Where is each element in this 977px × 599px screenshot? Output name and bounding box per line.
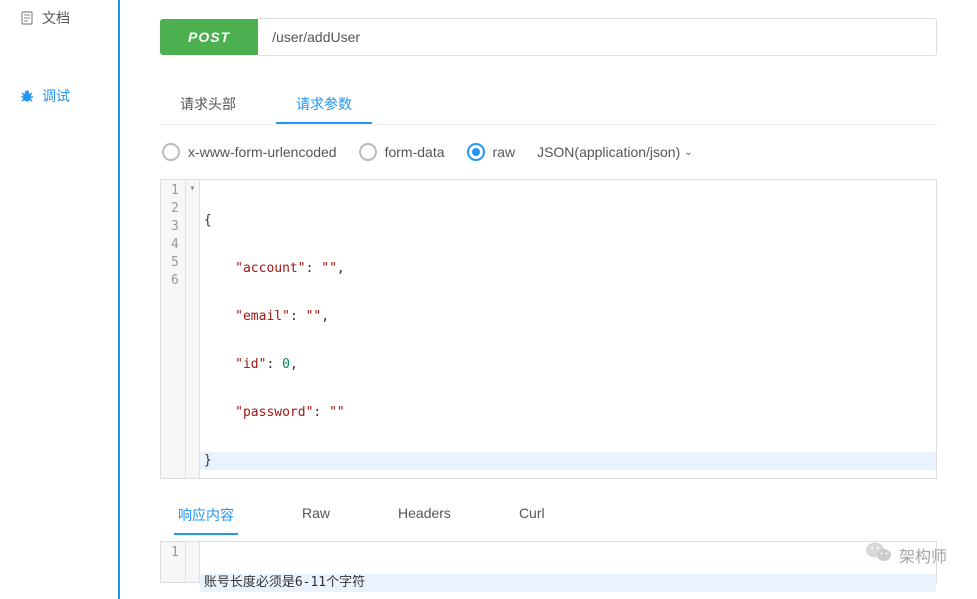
- content-type-label: JSON(application/json): [537, 144, 680, 160]
- code-area[interactable]: 账号长度必须是6-11个字符: [200, 542, 936, 582]
- tab-request-headers[interactable]: 请求头部: [160, 86, 256, 124]
- url-input[interactable]: [258, 18, 937, 56]
- request-line: POST: [160, 18, 937, 56]
- watermark-text: 架构师: [899, 543, 947, 567]
- response-tab-content[interactable]: 响应内容: [174, 497, 238, 535]
- body-type-row: x-www-form-urlencoded form-data raw JSON…: [160, 143, 937, 161]
- fold-gutter: [186, 542, 200, 582]
- content-type-select[interactable]: JSON(application/json) ⌄: [537, 144, 693, 160]
- fold-toggle-icon[interactable]: ▾: [186, 180, 199, 198]
- response-text: 账号长度必须是6-11个字符: [200, 574, 936, 592]
- response-tab-curl[interactable]: Curl: [515, 497, 549, 535]
- request-tabs: 请求头部 请求参数: [160, 86, 937, 125]
- tab-request-params[interactable]: 请求参数: [276, 86, 372, 124]
- bodytype-label: x-www-form-urlencoded: [188, 144, 337, 160]
- request-body-editor[interactable]: 1 2 3 4 5 6 ▾ { "account": "", "email": …: [160, 179, 937, 479]
- response-tab-raw[interactable]: Raw: [298, 497, 334, 535]
- response-tab-headers[interactable]: Headers: [394, 497, 455, 535]
- radio-icon: [467, 143, 485, 161]
- bodytype-formdata[interactable]: form-data: [359, 143, 445, 161]
- fold-gutter: ▾: [186, 180, 200, 478]
- main-panel: POST 请求头部 请求参数 x-www-form-urlencoded for…: [120, 0, 977, 599]
- code-area[interactable]: { "account": "", "email": "", "id": 0, "…: [200, 180, 936, 478]
- response-body-editor[interactable]: 1 账号长度必须是6-11个字符: [160, 541, 937, 583]
- bodytype-urlencoded[interactable]: x-www-form-urlencoded: [162, 143, 337, 161]
- bodytype-label: raw: [493, 144, 516, 160]
- bodytype-label: form-data: [385, 144, 445, 160]
- radio-icon: [162, 143, 180, 161]
- http-method-badge[interactable]: POST: [160, 19, 258, 55]
- bug-icon: [20, 89, 34, 103]
- sidebar-item-label: 文档: [42, 8, 70, 28]
- sidebar-item-doc[interactable]: 文档: [0, 0, 118, 36]
- line-gutter: 1 2 3 4 5 6: [161, 180, 186, 478]
- sidebar: 文档 调试: [0, 0, 120, 599]
- watermark: 架构师: [865, 540, 947, 569]
- wechat-icon: [865, 540, 893, 569]
- sidebar-item-label: 调试: [42, 86, 70, 106]
- line-gutter: 1: [161, 542, 186, 582]
- radio-icon: [359, 143, 377, 161]
- bodytype-raw[interactable]: raw: [467, 143, 516, 161]
- chevron-down-icon: ⌄: [684, 147, 692, 158]
- doc-icon: [20, 11, 34, 25]
- response-tabs: 响应内容 Raw Headers Curl: [160, 497, 937, 535]
- sidebar-item-debug[interactable]: 调试: [0, 78, 118, 114]
